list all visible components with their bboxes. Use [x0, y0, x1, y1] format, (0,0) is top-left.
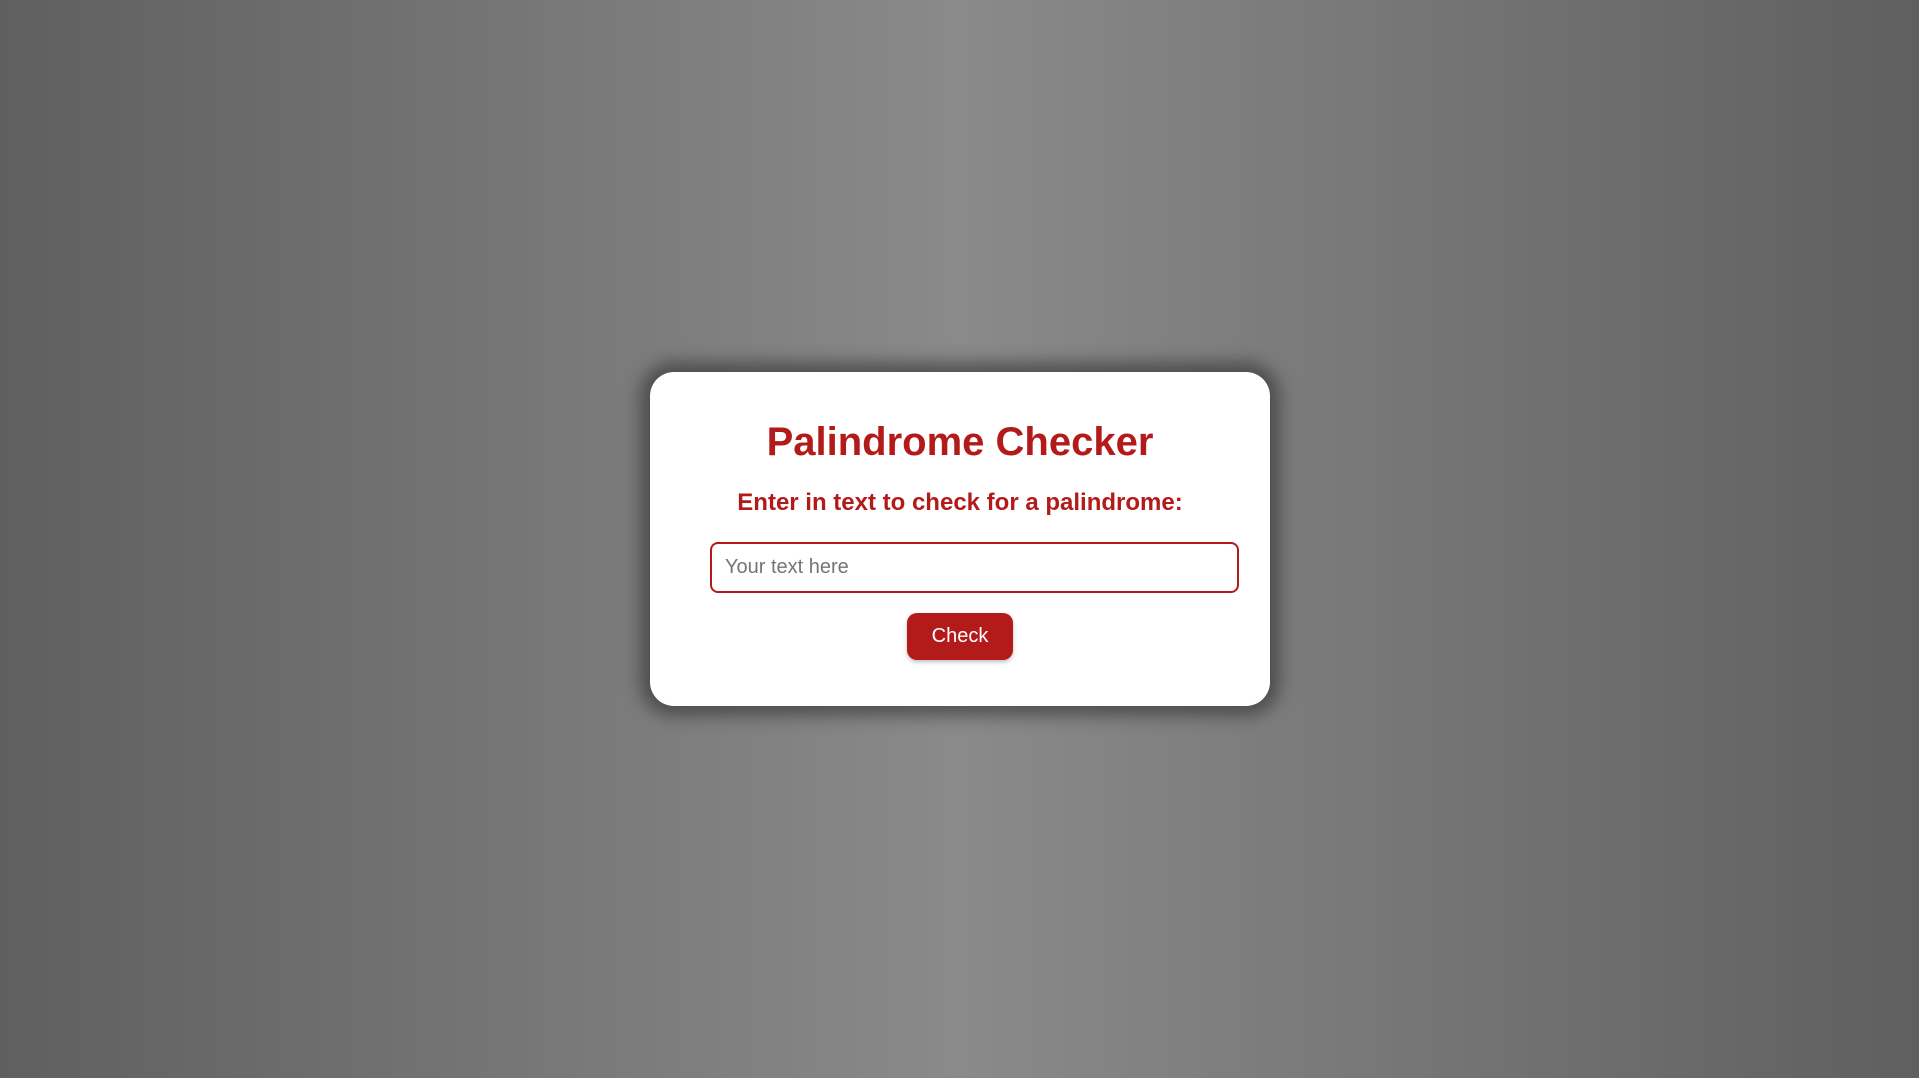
page-title: Palindrome Checker	[766, 420, 1154, 464]
text-input[interactable]	[710, 542, 1239, 593]
page-background: { "card": { "title": "Palindrome Checker…	[0, 0, 1919, 1078]
check-button[interactable]: Check	[907, 613, 1013, 660]
instruction-label: Enter in text to check for a palindrome:	[737, 489, 1183, 516]
palindrome-card: Palindrome Checker Enter in text to chec…	[650, 372, 1270, 706]
